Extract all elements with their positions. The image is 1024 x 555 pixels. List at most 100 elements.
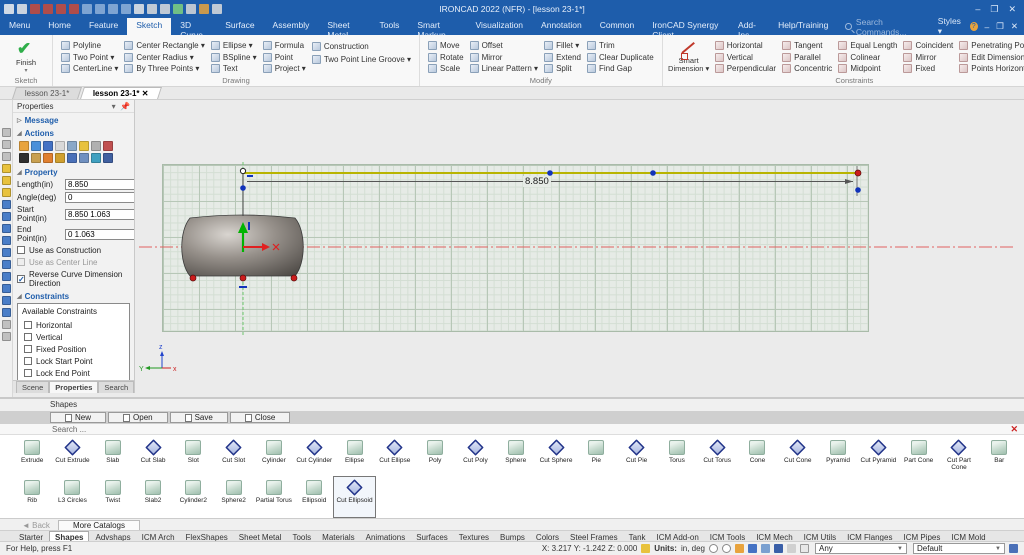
styles-menu[interactable]: Styles ▾ xyxy=(938,16,963,37)
red-point-handle[interactable] xyxy=(189,274,197,282)
red-point-handle[interactable] xyxy=(290,274,298,282)
strip-tool-icon-14[interactable] xyxy=(1,296,11,305)
message-section-header[interactable]: ▷ Message xyxy=(13,113,134,126)
menu-item-menu[interactable]: Menu xyxy=(0,18,39,35)
catalog-back-button[interactable]: ◄ Back xyxy=(14,521,58,530)
menu-item-ironcad-synergy-client[interactable]: IronCAD Synergy Client xyxy=(643,18,729,40)
catalog-search[interactable]: Search ... ✕ xyxy=(0,424,1024,435)
view-cube-icon[interactable] xyxy=(774,544,783,553)
red-point-handle[interactable] xyxy=(239,274,247,282)
units-value[interactable]: in, deg xyxy=(681,544,705,553)
ribbon-item-points-horizontal[interactable]: Points Horizontal ▾ xyxy=(956,63,1024,74)
document-tab-0[interactable]: lesson 23-1* xyxy=(12,87,83,99)
select-cursor-icon[interactable] xyxy=(800,544,809,553)
catalog-item-slab2[interactable]: Slab2 xyxy=(133,477,173,517)
action-icon-5[interactable] xyxy=(79,141,89,151)
zoom-in-icon[interactable] xyxy=(709,544,718,553)
ribbon-item-equal-length[interactable]: Equal Length xyxy=(835,40,900,51)
catalog-open-button[interactable]: Open xyxy=(108,412,168,423)
ribbon-item-trim[interactable]: Trim xyxy=(584,40,657,51)
ribbon-item-ellipse[interactable]: Ellipse ▾ xyxy=(208,40,260,51)
dimension-value[interactable]: 8.850 xyxy=(523,175,551,187)
catalog-item-partial-torus[interactable]: Partial Torus xyxy=(254,477,294,517)
ribbon-item-scale[interactable]: Scale xyxy=(425,63,467,74)
ribbon-item-extend[interactable]: Extend xyxy=(541,52,584,63)
catalog-item-slot[interactable]: Slot xyxy=(173,437,213,477)
filter-close-icon[interactable]: ✕ xyxy=(1010,424,1018,435)
action-icon-11[interactable] xyxy=(55,153,65,163)
point-handle[interactable] xyxy=(650,170,656,176)
catalog-item-cut-slab[interactable]: Cut Slab xyxy=(133,437,173,477)
strip-tool-icon-6[interactable] xyxy=(1,200,11,209)
catalog-new-button[interactable]: New xyxy=(50,412,107,423)
menu-item-add-ins[interactable]: Add-Ins xyxy=(729,18,769,40)
catalog-item-cut-pie[interactable]: Cut Pie xyxy=(616,437,656,477)
catalog-item-cut-cylinder[interactable]: Cut Cylinder xyxy=(294,437,334,477)
field-input-end-point-in[interactable] xyxy=(65,228,134,240)
session-icon[interactable] xyxy=(1009,544,1018,553)
sketch-geometry[interactable]: z Y x xyxy=(135,100,1024,397)
property-section-header[interactable]: ◢ Property xyxy=(13,165,134,178)
ribbon-item-construction[interactable]: Construction xyxy=(309,40,414,52)
ribbon-item-linear-pattern[interactable]: Linear Pattern ▾ xyxy=(467,63,542,74)
help-icon[interactable]: ? xyxy=(969,22,978,31)
ribbon-item-horizontal[interactable]: Horizontal xyxy=(712,40,779,51)
ribbon-item-bspline[interactable]: BSpline ▾ xyxy=(208,52,260,63)
ribbon-item-mirror[interactable]: Mirror xyxy=(467,52,542,63)
action-icon-12[interactable] xyxy=(67,153,77,163)
field-input-start-point-in[interactable] xyxy=(65,208,134,220)
menu-item-help-training[interactable]: Help/Training xyxy=(769,18,837,35)
ribbon-minimize-icon[interactable]: – xyxy=(985,22,990,32)
action-icon-2[interactable] xyxy=(43,141,53,151)
ribbon-item-offset[interactable]: Offset xyxy=(467,40,542,51)
catalog-item-cut-ellipse[interactable]: Cut Ellipse xyxy=(375,437,415,477)
ribbon-item-point[interactable]: Point xyxy=(260,52,309,63)
catalog-item-torus[interactable]: Torus xyxy=(657,437,697,477)
ribbon-item-mirror[interactable]: Mirror xyxy=(900,52,956,63)
ribbon-item-tangent[interactable]: Tangent xyxy=(779,40,835,51)
window-restore-icon[interactable]: ❐ xyxy=(996,21,1004,32)
menu-item-sheet-metal[interactable]: Sheet Metal xyxy=(318,18,370,40)
catalog-item-cone[interactable]: Cone xyxy=(737,437,777,477)
checkbox-horizontal[interactable]: Horizontal xyxy=(20,319,127,331)
strip-tool-icon-0[interactable] xyxy=(1,128,11,137)
catalog-item-cylinder2[interactable]: Cylinder2 xyxy=(173,477,213,517)
action-icon-13[interactable] xyxy=(79,153,89,163)
configuration-dropdown[interactable]: Default ▼ xyxy=(913,543,1005,554)
units-lock-icon[interactable] xyxy=(641,544,651,553)
command-search[interactable]: Search Commands... xyxy=(837,17,937,37)
action-icon-15[interactable] xyxy=(103,153,113,163)
catalog-item-cut-cone[interactable]: Cut Cone xyxy=(778,437,818,477)
catalog-item-pyramid[interactable]: Pyramid xyxy=(818,437,858,477)
ribbon-item-fixed[interactable]: Fixed xyxy=(900,63,956,74)
catalog-item-cut-poly[interactable]: Cut Poly xyxy=(455,437,495,477)
ribbon-item-coincident[interactable]: Coincident xyxy=(900,40,956,51)
panel-tab-scene[interactable]: Scene xyxy=(16,381,50,393)
ribbon-item-center-rectangle[interactable]: Center Rectangle ▾ xyxy=(121,40,208,51)
strip-tool-icon-5[interactable] xyxy=(1,188,11,197)
ribbon-item-by-three-points[interactable]: By Three Points ▾ xyxy=(121,63,208,74)
line-start-handle[interactable] xyxy=(239,167,247,175)
catalog-item-rib[interactable]: Rib xyxy=(12,477,52,517)
actions-section-header[interactable]: ◢ Actions xyxy=(13,126,134,139)
ribbon-item-project[interactable]: Project ▾ xyxy=(260,63,309,74)
strip-tool-icon-3[interactable] xyxy=(1,164,11,173)
field-input-length-in[interactable] xyxy=(65,179,134,190)
ribbon-item-formula[interactable]: Formula xyxy=(260,40,309,51)
action-icon-1[interactable] xyxy=(31,141,41,151)
ribbon-item-polyline[interactable]: Polyline xyxy=(58,40,121,51)
catalog-item-bar[interactable]: Bar xyxy=(979,437,1019,477)
checkbox-lock-start-point[interactable]: Lock Start Point xyxy=(20,355,127,367)
point-handle[interactable] xyxy=(855,187,861,193)
catalog-item-twist[interactable]: Twist xyxy=(93,477,133,517)
strip-tool-icon-12[interactable] xyxy=(1,272,11,281)
undo-view-icon[interactable] xyxy=(787,544,796,553)
ribbon-item-concentric[interactable]: Concentric xyxy=(779,63,835,74)
strip-tool-icon-17[interactable] xyxy=(1,332,11,341)
restore-icon[interactable]: ❐ xyxy=(990,4,998,15)
ribbon-item-centerline[interactable]: CenterLine ▾ xyxy=(58,63,121,74)
action-icon-9[interactable] xyxy=(31,153,41,163)
ribbon-item-text[interactable]: Text xyxy=(208,63,260,74)
action-icon-3[interactable] xyxy=(55,141,65,151)
ribbon-item-fillet[interactable]: Fillet ▾ xyxy=(541,40,584,51)
